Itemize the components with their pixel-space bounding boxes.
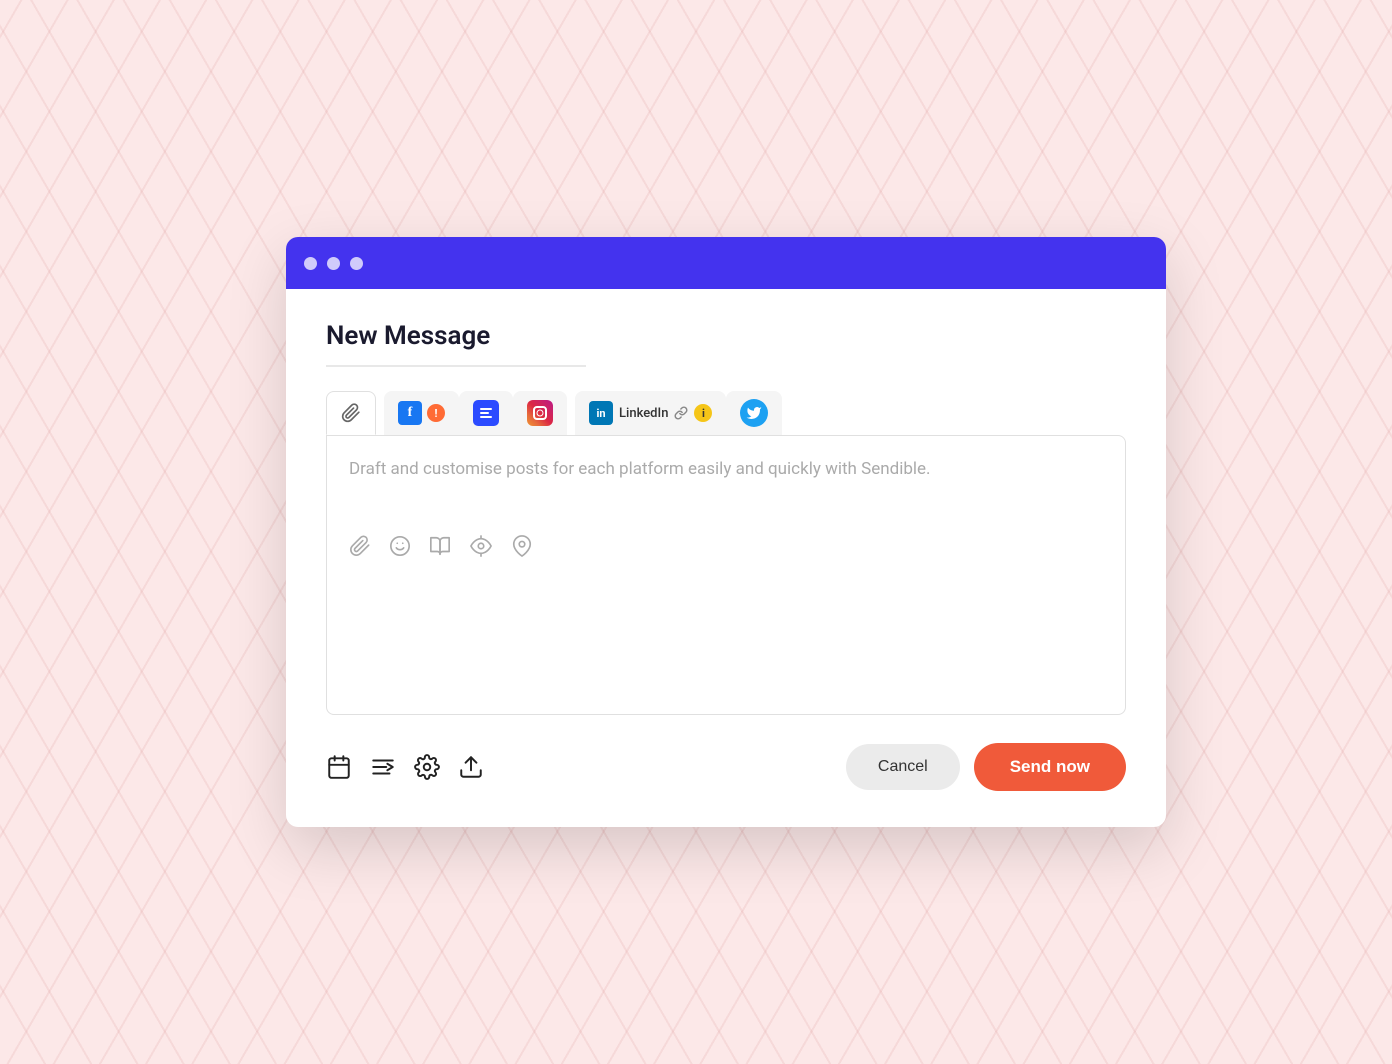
message-placeholder: Draft and customise posts for each platf…	[349, 456, 1103, 483]
queue-icon[interactable]	[370, 754, 396, 780]
titlebar-dot-1	[304, 257, 317, 270]
tab-facebook[interactable]: f !	[384, 391, 459, 435]
linkedin-label: LinkedIn	[619, 406, 668, 421]
linkedin-tab-inner: in LinkedIn i	[589, 401, 712, 425]
settings-icon[interactable]	[414, 754, 440, 780]
titlebar	[286, 237, 1166, 289]
app-window: New Message f !	[286, 237, 1166, 827]
titlebar-dot-2	[327, 257, 340, 270]
export-icon[interactable]	[458, 754, 484, 780]
page-title: New Message	[326, 321, 1126, 351]
twitter-icon	[740, 399, 768, 427]
media-icon[interactable]	[429, 535, 451, 557]
bottom-tools	[326, 754, 484, 780]
emoji-icon[interactable]	[389, 535, 411, 557]
window-body: New Message f !	[286, 289, 1166, 827]
cancel-button[interactable]: Cancel	[846, 744, 960, 790]
bottom-buttons: Cancel Send now	[846, 743, 1126, 791]
preview-icon[interactable]	[469, 535, 493, 557]
instagram-icon	[527, 400, 553, 426]
message-toolbar	[349, 523, 1103, 557]
attachment-icon[interactable]	[349, 535, 371, 557]
buffer-icon	[473, 400, 499, 426]
send-now-button[interactable]: Send now	[974, 743, 1126, 791]
linkedin-link-icon	[674, 406, 688, 420]
location-icon[interactable]	[511, 535, 533, 557]
tab-all[interactable]	[326, 391, 376, 435]
titlebar-dot-3	[350, 257, 363, 270]
linkedin-icon: in	[589, 401, 613, 425]
tab-buffer[interactable]	[459, 391, 513, 435]
schedule-icon[interactable]	[326, 754, 352, 780]
title-divider	[326, 365, 586, 367]
tab-linkedin[interactable]: in LinkedIn i	[575, 391, 726, 435]
message-compose-area[interactable]: Draft and customise posts for each platf…	[326, 435, 1126, 715]
facebook-icon: f	[398, 401, 422, 425]
facebook-warning-icon: !	[427, 404, 445, 422]
platform-tabs: f !	[326, 391, 1126, 435]
tab-twitter[interactable]	[726, 391, 782, 435]
tab-instagram[interactable]	[513, 391, 567, 435]
bottom-actions: Cancel Send now	[326, 743, 1126, 791]
paperclip-icon	[341, 403, 361, 423]
linkedin-info-icon: i	[694, 404, 712, 422]
